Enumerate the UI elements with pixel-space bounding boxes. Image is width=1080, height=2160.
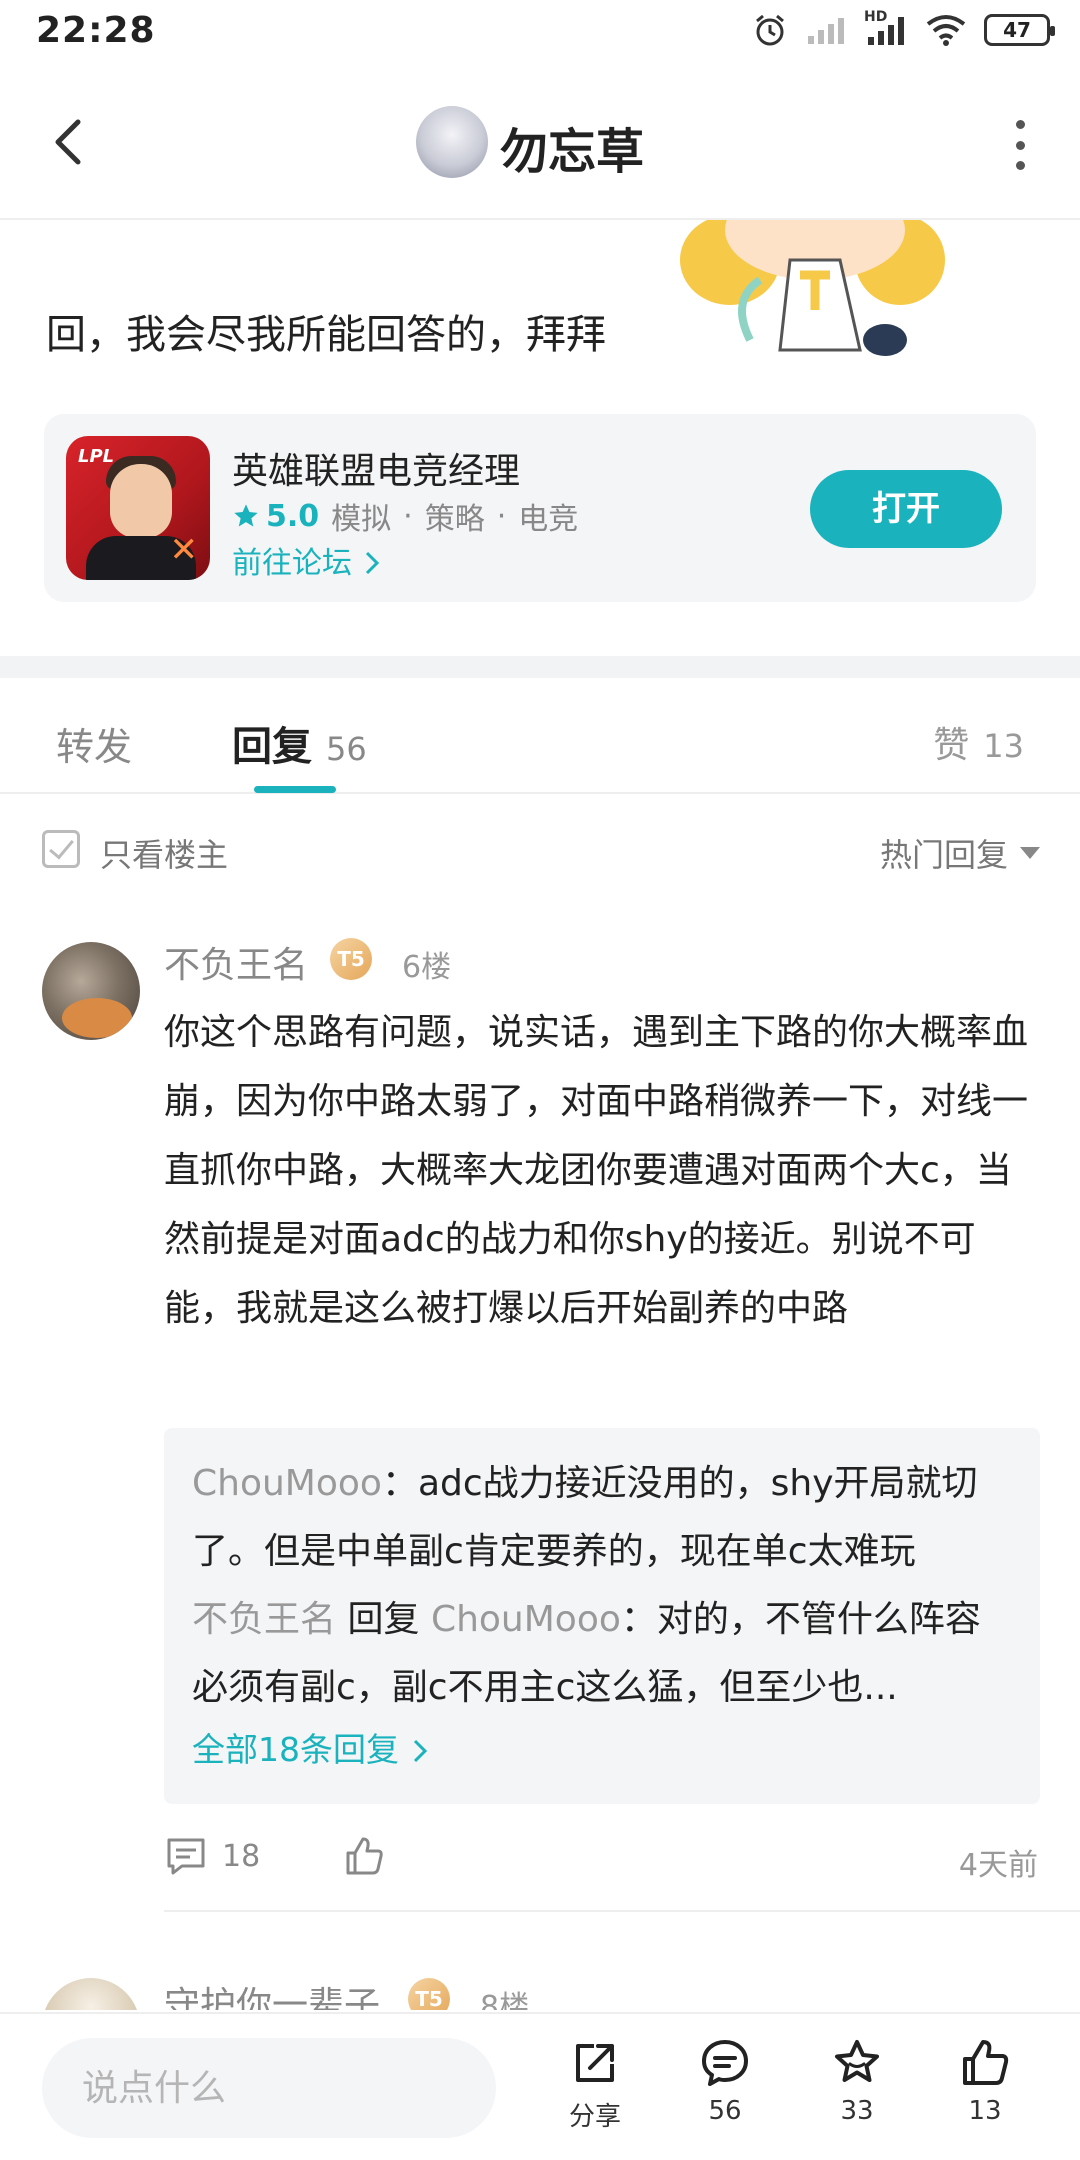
more-dot-icon [1015, 140, 1025, 150]
status-time: 22:28 [36, 10, 156, 51]
comment-icon [167, 1838, 205, 1875]
subreply-username[interactable]: 不负王名 [192, 1599, 336, 1640]
app-icon-face [110, 464, 172, 538]
tabs: 转发 回复 56 赞 13 [0, 678, 1080, 794]
tab-reply[interactable]: 回复 56 [232, 714, 367, 772]
active-tab-indicator [254, 786, 336, 793]
subreply-reply-word: 回复 [347, 1599, 420, 1640]
author-avatar[interactable] [416, 106, 488, 178]
likes-count: 13 [968, 2096, 1002, 2126]
comment-actions: 18 4天前 [164, 1834, 1040, 1884]
subreply-item: 不负王名 回复 ChouMooo：对的，不管什么阵容必须有副c，副c不用主c这么… [192, 1586, 1012, 1722]
comment-reply-count: 18 [222, 1838, 261, 1874]
favorites-count: 33 [840, 2096, 874, 2126]
page-title: 勿忘草 [500, 124, 645, 180]
wifi-icon [926, 15, 966, 46]
subreply-item: ChouMooo：adc战力接近没用的，shy开局就切了。但是中单副c肯定要养的… [192, 1450, 1012, 1586]
all-replies-label: 全部18条回复 [192, 1730, 399, 1769]
comment-divider [164, 1910, 1080, 1912]
app-tag: 模拟 [331, 502, 392, 537]
battery-indicator: 47 [984, 14, 1055, 46]
comment-text: 你这个思路有问题，说实话，遇到主下路的你大概率血崩，因为你中路太弱了，对面中路稍… [164, 1012, 1029, 1329]
comment-username[interactable]: 不负王名 [164, 936, 308, 988]
filter-row: 只看楼主 热门回复 [0, 808, 1080, 892]
more-dot-icon [1015, 161, 1025, 170]
tab-like-label: 赞 [933, 725, 970, 766]
chevron-right-icon [365, 551, 379, 575]
only-op-checkbox[interactable] [42, 830, 80, 868]
level-badge-icon: T5 [330, 938, 372, 980]
comment-time: 4天前 [958, 1848, 1038, 1883]
tab-like-count: 13 [983, 727, 1024, 765]
app-icon: LPL ✕ [66, 436, 210, 580]
avatar[interactable] [42, 942, 140, 1040]
header: 勿忘草 [0, 72, 1080, 220]
only-op-label[interactable]: 只看楼主 [100, 830, 228, 876]
comments-button[interactable]: 56 [680, 2036, 770, 2126]
status-bar: 22:28 HD 47 [0, 0, 1080, 72]
sort-label: 热门回复 [879, 836, 1008, 874]
signal-weak-icon [808, 18, 844, 44]
star-outline-icon [835, 2040, 879, 2082]
app-rating: 5.0 [232, 499, 319, 534]
comment-username[interactable]: 守护你一辈子 [164, 1976, 380, 2010]
post-text: 回，我会尽我所能回答的，拜拜 [46, 312, 606, 358]
forum-link[interactable]: 前往论坛 [232, 538, 382, 582]
subreply-box[interactable]: ChouMooo：adc战力接近没用的，shy开局就切了。但是中单副c肯定要养的… [164, 1428, 1040, 1804]
comments-count: 56 [708, 2096, 742, 2126]
app-card[interactable]: LPL ✕ 英雄联盟电竞经理 5.0 模拟 · 策略 · 电竞 前往论坛 打开 [44, 414, 1036, 602]
favorite-button[interactable]: 33 [812, 2036, 902, 2126]
comment-bubble-icon [702, 2040, 748, 2086]
subreply-username[interactable]: ChouMooo [192, 1463, 382, 1504]
signal-hd-icon: HD [864, 9, 908, 47]
avatar[interactable] [42, 1978, 140, 2010]
floor-number: 6楼 [402, 950, 452, 985]
tab-reply-count: 56 [326, 730, 367, 768]
like-button[interactable]: 13 [940, 2036, 1030, 2126]
chevron-left-icon [55, 119, 81, 165]
thumbs-up-icon [963, 2040, 1009, 2085]
tab-repost[interactable]: 转发 [56, 716, 132, 771]
tab-like[interactable]: 赞 13 [933, 716, 1024, 768]
avatar-detail [62, 998, 132, 1038]
tab-reply-label: 回复 [232, 724, 312, 770]
sort-dropdown[interactable]: 热门回复 [880, 830, 1040, 876]
dot-separator: · [403, 498, 413, 534]
level-badge-icon: T5 [408, 1978, 450, 2010]
app-tag: 策略 [424, 502, 485, 537]
thumbs-up-icon [346, 1837, 383, 1875]
app-tag: 电竞 [518, 502, 579, 537]
app-name: 英雄联盟电竞经理 [232, 451, 521, 492]
floor-number: 8楼 [480, 1990, 530, 2010]
all-replies-link[interactable]: 全部18条回复 [192, 1722, 1012, 1778]
share-button[interactable]: 分享 [550, 2036, 640, 2133]
app-logo-icon: ✕ [169, 530, 199, 570]
comment-like-button[interactable] [342, 1834, 386, 1882]
comment-input[interactable] [42, 2038, 496, 2138]
share-label: 分享 [568, 2102, 621, 2132]
more-dot-icon [1015, 120, 1025, 129]
subreply-target-username[interactable]: ChouMooo [431, 1599, 621, 1640]
app-rating-value: 5.0 [266, 498, 320, 534]
star-icon [234, 504, 258, 527]
dot-separator: · [496, 498, 507, 534]
alarm-icon [756, 14, 784, 46]
open-app-button[interactable]: 打开 [810, 470, 1002, 548]
app-icon-tag: LPL [78, 446, 115, 467]
more-options-button[interactable] [1010, 120, 1030, 170]
comment-reply-button[interactable]: 18 [164, 1834, 260, 1878]
chevron-right-icon [413, 1739, 427, 1763]
sticker-image [680, 220, 945, 356]
section-divider [0, 656, 1080, 678]
status-icons: HD 47 [752, 9, 1055, 48]
bottom-bar: 分享 56 33 13 [0, 2012, 1080, 2160]
app-meta: 5.0 模拟 · 策略 · 电竞 [232, 494, 578, 538]
caret-down-icon [1020, 847, 1040, 859]
comment-item: 守护你一辈子 T5 8楼 [0, 1970, 1080, 2010]
back-button[interactable] [40, 112, 100, 172]
share-icon [576, 2044, 614, 2082]
forum-link-label: 前往论坛 [232, 546, 352, 581]
